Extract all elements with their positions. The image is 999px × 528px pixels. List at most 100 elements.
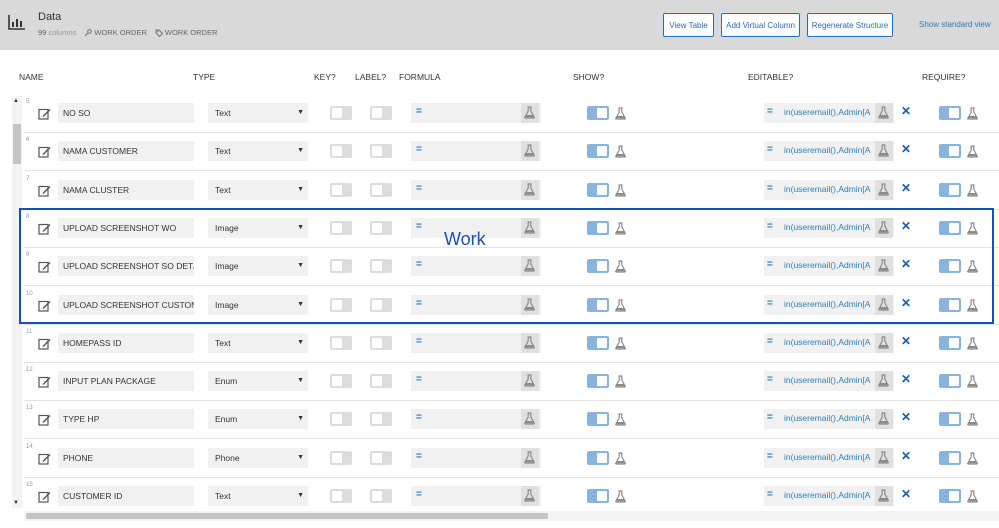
show-toggle[interactable] xyxy=(587,220,609,235)
editable-test-button[interactable] xyxy=(875,141,893,162)
formula-test-button[interactable] xyxy=(521,371,539,392)
show-flask-icon[interactable] xyxy=(614,222,627,235)
show-flask-icon[interactable] xyxy=(614,375,627,388)
label-toggle[interactable] xyxy=(370,144,392,159)
label-toggle[interactable] xyxy=(370,297,392,312)
column-name-input[interactable]: NO SO xyxy=(58,103,194,123)
require-flask-icon[interactable] xyxy=(966,298,979,312)
edit-icon[interactable] xyxy=(38,490,51,503)
require-flask-icon[interactable] xyxy=(966,375,979,388)
editable-test-button[interactable] xyxy=(875,217,893,238)
show-standard-view-link[interactable]: Show standard view xyxy=(919,20,991,29)
column-name-input[interactable]: NAMA CLUSTER xyxy=(58,179,194,200)
column-name-input[interactable]: CUSTOMER ID xyxy=(58,486,194,506)
require-flask-icon[interactable] xyxy=(966,222,979,235)
column-name-input[interactable]: UPLOAD SCREENSHOT SO DET/ xyxy=(58,256,194,277)
require-toggle[interactable] xyxy=(939,374,961,389)
clear-icon[interactable]: ✕ xyxy=(901,410,911,424)
formula-test-button[interactable] xyxy=(521,103,539,123)
column-name-input[interactable]: UPLOAD SCREENSHOT CUSTON xyxy=(58,294,194,315)
formula-test-button[interactable] xyxy=(521,141,539,162)
column-type-select[interactable]: Image ▼ xyxy=(208,256,308,277)
formula-test-button[interactable] xyxy=(521,217,539,238)
label-toggle[interactable] xyxy=(370,220,392,235)
column-type-select[interactable]: Text ▼ xyxy=(208,179,308,200)
show-toggle[interactable] xyxy=(587,489,609,503)
edit-icon[interactable] xyxy=(38,107,51,120)
show-toggle[interactable] xyxy=(587,106,609,120)
clear-icon[interactable]: ✕ xyxy=(901,257,911,271)
require-flask-icon[interactable] xyxy=(966,452,979,465)
show-flask-icon[interactable] xyxy=(614,183,627,197)
key-toggle[interactable] xyxy=(330,489,352,503)
show-toggle[interactable] xyxy=(587,374,609,389)
key-toggle[interactable] xyxy=(330,450,352,465)
edit-icon[interactable] xyxy=(38,222,51,235)
show-flask-icon[interactable] xyxy=(614,413,627,426)
show-flask-icon[interactable] xyxy=(614,298,627,312)
require-toggle[interactable] xyxy=(939,450,961,465)
label-toggle[interactable] xyxy=(370,374,392,389)
show-toggle[interactable] xyxy=(587,450,609,465)
key-toggle[interactable] xyxy=(330,335,352,350)
require-toggle[interactable] xyxy=(939,412,961,427)
label-toggle[interactable] xyxy=(370,106,392,120)
column-type-select[interactable]: Image ▼ xyxy=(208,217,308,238)
editable-test-button[interactable] xyxy=(875,409,893,430)
add-virtual-column-button[interactable]: Add Virtual Column xyxy=(721,13,800,37)
show-flask-icon[interactable] xyxy=(614,260,627,273)
formula-test-button[interactable] xyxy=(521,486,539,506)
require-toggle[interactable] xyxy=(939,182,961,197)
require-flask-icon[interactable] xyxy=(966,107,979,120)
edit-icon[interactable] xyxy=(38,375,51,388)
column-type-select[interactable]: Text ▼ xyxy=(208,486,308,506)
clear-icon[interactable]: ✕ xyxy=(901,142,911,156)
tag-work-order-1[interactable]: WORK ORDER xyxy=(84,28,147,37)
column-type-select[interactable]: Text ▼ xyxy=(208,141,308,162)
column-type-select[interactable]: Enum ▼ xyxy=(208,409,308,430)
column-type-select[interactable]: Text ▼ xyxy=(208,332,308,353)
label-toggle[interactable] xyxy=(370,489,392,503)
key-toggle[interactable] xyxy=(330,374,352,389)
column-name-input[interactable]: TYPE HP xyxy=(58,409,194,430)
editable-test-button[interactable] xyxy=(875,447,893,468)
key-toggle[interactable] xyxy=(330,412,352,427)
label-toggle[interactable] xyxy=(370,335,392,350)
editable-test-button[interactable] xyxy=(875,256,893,277)
label-toggle[interactable] xyxy=(370,450,392,465)
scroll-down-arrow-icon[interactable]: ▼ xyxy=(13,500,19,506)
column-type-select[interactable]: Text ▼ xyxy=(208,103,308,123)
show-flask-icon[interactable] xyxy=(614,145,627,158)
key-toggle[interactable] xyxy=(330,220,352,235)
clear-icon[interactable]: ✕ xyxy=(901,219,911,233)
require-flask-icon[interactable] xyxy=(966,413,979,426)
formula-test-button[interactable] xyxy=(521,332,539,353)
editable-test-button[interactable] xyxy=(875,179,893,200)
show-toggle[interactable] xyxy=(587,412,609,427)
require-toggle[interactable] xyxy=(939,335,961,350)
edit-icon[interactable] xyxy=(38,184,51,197)
column-type-select[interactable]: Image ▼ xyxy=(208,294,308,315)
scroll-up-arrow-icon[interactable]: ▲ xyxy=(13,98,19,104)
column-type-select[interactable]: Enum ▼ xyxy=(208,371,308,392)
key-toggle[interactable] xyxy=(330,297,352,312)
tag-work-order-2[interactable]: WORK ORDER xyxy=(155,28,217,37)
show-flask-icon[interactable] xyxy=(614,337,627,350)
require-toggle[interactable] xyxy=(939,144,961,159)
formula-test-button[interactable] xyxy=(521,409,539,430)
label-toggle[interactable] xyxy=(370,412,392,427)
edit-icon[interactable] xyxy=(38,299,51,312)
show-toggle[interactable] xyxy=(587,335,609,350)
clear-icon[interactable]: ✕ xyxy=(901,487,911,501)
editable-test-button[interactable] xyxy=(875,486,893,506)
show-flask-icon[interactable] xyxy=(614,107,627,120)
show-toggle[interactable] xyxy=(587,144,609,159)
label-toggle[interactable] xyxy=(370,182,392,197)
label-toggle[interactable] xyxy=(370,259,392,274)
key-toggle[interactable] xyxy=(330,259,352,274)
formula-test-button[interactable] xyxy=(521,447,539,468)
edit-icon[interactable] xyxy=(38,337,51,350)
editable-test-button[interactable] xyxy=(875,103,893,123)
formula-test-button[interactable] xyxy=(521,256,539,277)
column-name-input[interactable]: NAMA CUSTOMER xyxy=(58,141,194,162)
